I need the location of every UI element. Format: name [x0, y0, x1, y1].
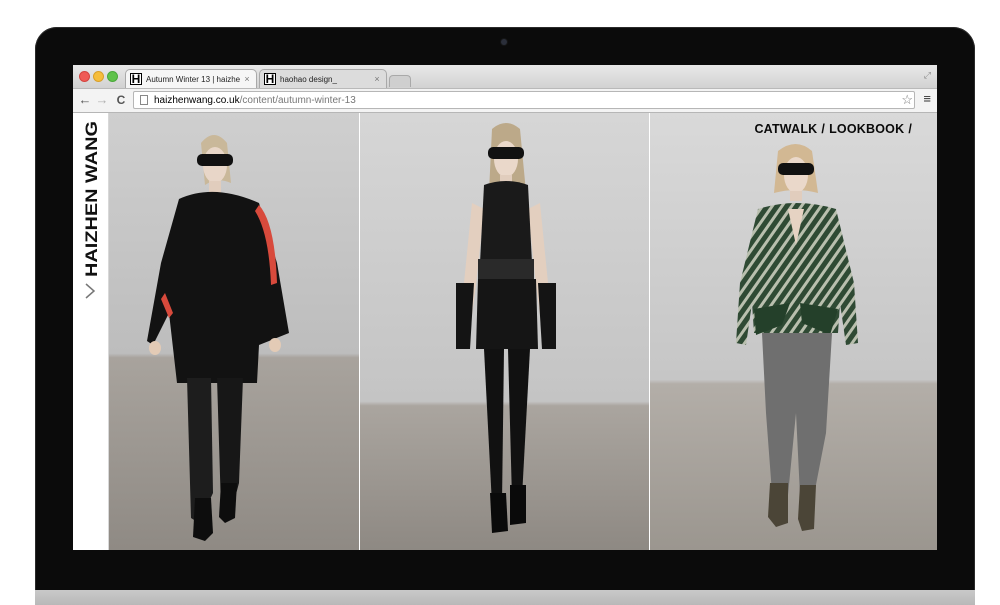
- monitor-stand: [35, 590, 975, 605]
- url-domain: haizhenwang.co.uk: [154, 94, 240, 106]
- webpage: HAIZHEN WANG CATWALK / LOOKBOOK /: [73, 113, 937, 550]
- tab-bar: H Autumn Winter 13 | haizhe × H haohao d…: [73, 65, 937, 89]
- tab-haohao-design[interactable]: H haohao design_ ×: [259, 69, 387, 88]
- star-icon[interactable]: ☆: [901, 92, 913, 108]
- tab-title: Autumn Winter 13 | haizhe: [146, 74, 241, 84]
- page-icon: [140, 95, 148, 105]
- hamburger-menu-icon[interactable]: ≡: [923, 91, 931, 106]
- reload-icon[interactable]: C: [113, 92, 129, 108]
- catwalk-photo-2[interactable]: [360, 113, 649, 550]
- brand-name: HAIZHEN WANG: [83, 121, 101, 277]
- favicon-icon: H: [264, 72, 276, 86]
- url-text: haizhenwang.co.uk/content/autumn-winter-…: [154, 95, 356, 106]
- zoom-window-button[interactable]: [107, 71, 118, 82]
- site-sidebar: HAIZHEN WANG: [73, 113, 109, 550]
- url-path: /content/autumn-winter-13: [239, 94, 356, 106]
- brand-logo-text: HAIZHEN WANG: [83, 121, 101, 277]
- webcam: [501, 39, 507, 45]
- close-tab-icon[interactable]: ×: [241, 74, 253, 84]
- address-bar[interactable]: haizhenwang.co.uk/content/autumn-winter-…: [133, 91, 915, 109]
- catwalk-photo-1[interactable]: [109, 113, 359, 550]
- favicon-icon: H: [130, 72, 142, 86]
- section-nav: CATWALK / LOOKBOOK /: [754, 122, 912, 136]
- new-tab-button[interactable]: [389, 75, 411, 87]
- chevron-right-icon[interactable]: [82, 281, 98, 301]
- forward-arrow-icon[interactable]: →: [94, 92, 110, 108]
- browser-toolbar: ← → C haizhenwang.co.uk/content/autumn-w…: [73, 89, 937, 113]
- catwalk-photo-3[interactable]: [650, 113, 937, 550]
- browser-window: H Autumn Winter 13 | haizhe × H haohao d…: [73, 65, 937, 550]
- close-window-button[interactable]: [79, 71, 90, 82]
- nav-separator: /: [821, 122, 826, 136]
- fullscreen-icon[interactable]: ⤢: [924, 70, 931, 81]
- tab-title: haohao design_: [280, 74, 337, 84]
- back-arrow-icon[interactable]: ←: [77, 92, 93, 108]
- nav-catwalk-link[interactable]: CATWALK: [754, 122, 817, 136]
- nav-lookbook-link[interactable]: LOOKBOOK: [829, 122, 904, 136]
- tab-autumn-winter[interactable]: H Autumn Winter 13 | haizhe ×: [125, 69, 257, 88]
- close-tab-icon[interactable]: ×: [371, 74, 383, 84]
- minimize-window-button[interactable]: [93, 71, 104, 82]
- nav-separator: /: [908, 122, 912, 136]
- brand-logo[interactable]: HAIZHEN WANG: [76, 121, 104, 277]
